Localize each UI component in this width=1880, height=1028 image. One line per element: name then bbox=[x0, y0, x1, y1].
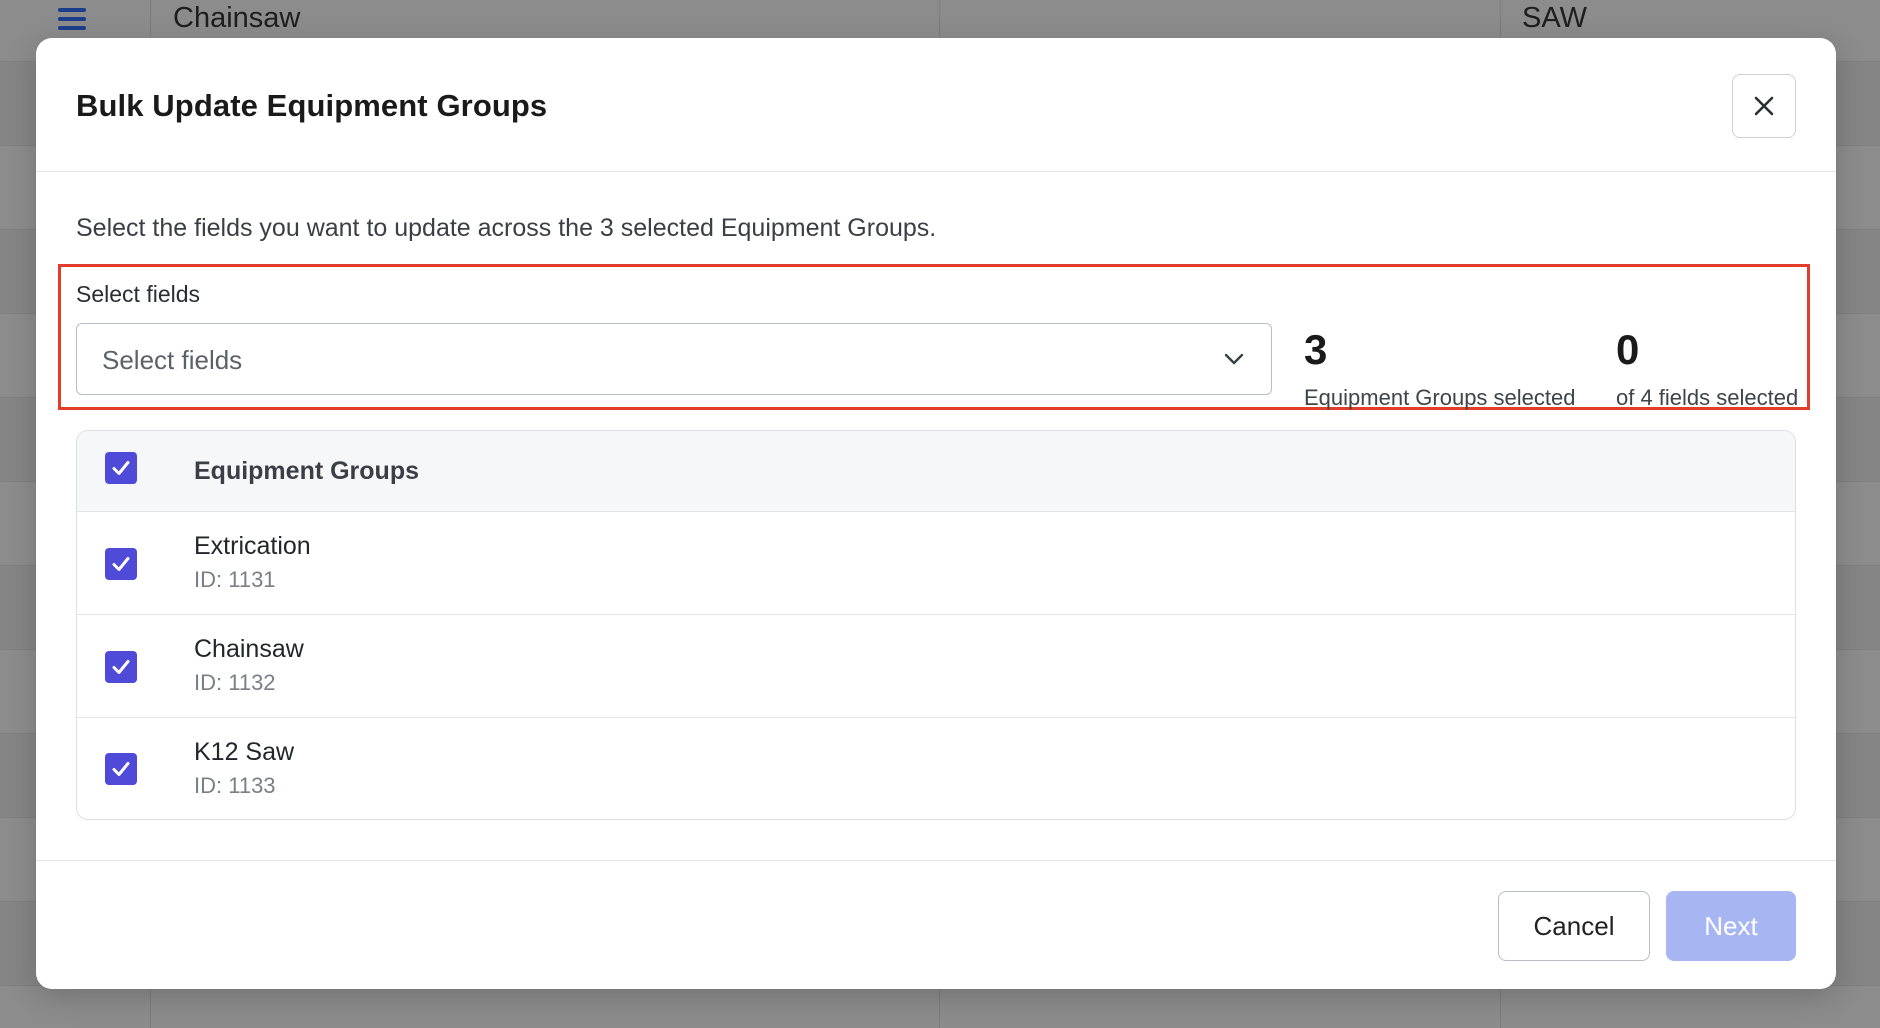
checkmark-icon bbox=[112, 557, 130, 571]
chevron-down-icon bbox=[1224, 353, 1244, 365]
next-button[interactable]: Next bbox=[1666, 891, 1796, 961]
fields-selected-count: 0 bbox=[1616, 326, 1640, 373]
row-checkbox[interactable] bbox=[105, 548, 137, 580]
row-checkbox[interactable] bbox=[105, 651, 137, 683]
table-header-label: Equipment Groups bbox=[194, 457, 419, 485]
row-name: K12 Saw bbox=[194, 738, 295, 766]
fields-selected-label: of 4 fields selected bbox=[1616, 385, 1799, 410]
select-fields-placeholder: Select fields bbox=[102, 345, 243, 375]
close-button[interactable] bbox=[1732, 74, 1796, 138]
table-header-row: Equipment Groups bbox=[77, 431, 1795, 512]
modal-header: Bulk Update Equipment Groups bbox=[36, 38, 1836, 172]
modal-footer: Cancel Next bbox=[36, 860, 1836, 989]
row-name: Chainsaw bbox=[194, 635, 304, 663]
checkmark-icon bbox=[112, 461, 130, 475]
row-id: ID: 1131 bbox=[194, 567, 276, 592]
cancel-button[interactable]: Cancel bbox=[1498, 891, 1650, 961]
background-row bbox=[0, 986, 1880, 1028]
groups-selected-label: Equipment Groups selected bbox=[1304, 385, 1576, 410]
select-fields-dropdown[interactable]: Select fields bbox=[76, 323, 1272, 395]
groups-selected-count: 3 bbox=[1304, 326, 1328, 373]
table-row: Extrication ID: 1131 bbox=[77, 512, 1795, 615]
close-icon bbox=[1754, 96, 1774, 116]
row-id: ID: 1132 bbox=[194, 670, 276, 695]
background-row-name: Chainsaw bbox=[173, 2, 301, 34]
groups-selected-stat: 3 Equipment Groups selected bbox=[1304, 329, 1576, 411]
modal-title: Bulk Update Equipment Groups bbox=[76, 88, 548, 123]
select-fields-label: Select fields bbox=[76, 281, 201, 307]
checkmark-icon bbox=[112, 660, 130, 674]
hamburger-icon[interactable] bbox=[58, 8, 86, 30]
checkmark-icon bbox=[112, 762, 130, 776]
background-row-code: SAW bbox=[1522, 2, 1587, 34]
row-name: Extrication bbox=[194, 532, 311, 560]
modal-intro-text: Select the fields you want to update acr… bbox=[76, 214, 937, 242]
table-row: K12 Saw ID: 1133 bbox=[77, 718, 1795, 819]
row-checkbox[interactable] bbox=[105, 753, 137, 785]
table-row: Chainsaw ID: 1132 bbox=[77, 615, 1795, 718]
select-all-checkbox[interactable] bbox=[105, 452, 137, 484]
fields-selected-stat: 0 of 4 fields selected bbox=[1616, 329, 1798, 411]
bulk-update-modal: Bulk Update Equipment Groups Select the … bbox=[36, 38, 1836, 989]
row-id: ID: 1133 bbox=[194, 773, 276, 798]
equipment-groups-table: Equipment Groups Extrication ID: 1131 Ch… bbox=[76, 430, 1796, 820]
